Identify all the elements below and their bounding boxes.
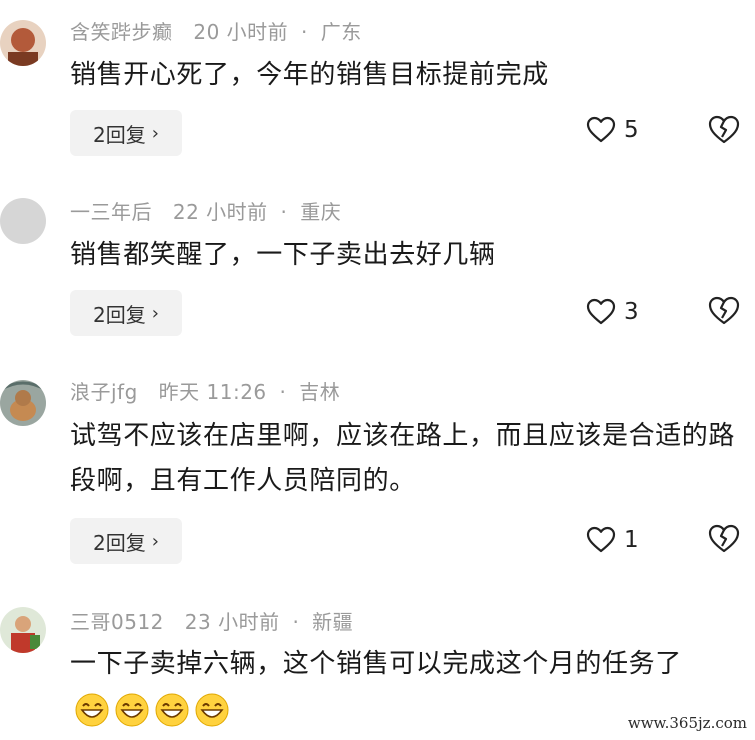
avatar[interactable] [0,380,46,426]
separator: · [301,20,308,44]
avatar[interactable] [0,20,46,66]
username[interactable]: 含笑跸步癫 [70,20,173,44]
comment-text: 试驾不应该在店里啊，应该在路上，而且应该是合适的路段啊，且有工作人员陪同的。 [70,421,736,496]
replies-label: 2回复 [93,530,146,555]
view-replies-button[interactable]: 2回复 › [70,518,182,564]
separator: · [280,200,288,224]
broken-heart-icon [708,115,740,144]
username[interactable]: 一三年后 [70,200,152,224]
separator: · [292,610,300,634]
dislike-button[interactable] [708,524,740,558]
timestamp: 昨天 11:26 [158,380,267,404]
grinning-emoji-icon [75,693,109,726]
dislike-button[interactable] [708,115,740,149]
comment-text-content: 一下子卖掉六辆，这个销售可以完成这个月的任务了 [70,649,682,679]
location: 重庆 [300,200,342,224]
watermark: www.365jz.com [625,714,749,732]
avatar[interactable] [0,198,46,244]
like-count: 1 [624,527,639,553]
timestamp: 22 小时前 [172,200,268,224]
like-button[interactable]: 3 [586,298,639,326]
dislike-button[interactable] [708,296,740,330]
like-count: 3 [624,299,639,325]
separator: · [279,380,287,404]
chevron-right-icon: › [151,122,159,144]
avatar[interactable] [0,607,46,653]
chevron-right-icon: › [151,302,159,324]
replies-label: 2回复 [93,122,146,147]
replies-label: 2回复 [93,302,146,327]
view-replies-button[interactable]: 2回复 › [70,290,182,336]
like-count: 5 [624,117,639,143]
username[interactable]: 浪子jfg [70,380,138,404]
like-button[interactable]: 5 [586,116,639,144]
comment-meta: 含笑跸步癫 20 小时前 · 广东 [70,16,362,45]
timestamp: 20 小时前 [193,20,289,44]
username[interactable]: 三哥0512 [70,610,164,634]
comment-text: 销售都笑醒了，一下子卖出去好几辆 [70,240,496,270]
chevron-right-icon: › [151,530,159,552]
comment-meta: 三哥0512 23 小时前 · 新疆 [70,606,353,635]
location: 广东 [320,20,362,44]
broken-heart-icon [708,296,740,325]
like-button[interactable]: 1 [586,526,639,554]
emoji-group [70,687,230,732]
grinning-emoji-icon [155,693,189,726]
view-replies-button[interactable]: 2回复 › [70,110,182,156]
heart-outline-icon [586,526,616,553]
location: 新疆 [312,610,354,634]
heart-outline-icon [586,298,616,325]
grinning-emoji-icon [115,693,149,726]
comment-meta: 浪子jfg 昨天 11:26 · 吉林 [70,376,340,405]
comment-text: 销售开心死了，今年的销售目标提前完成 [70,60,549,90]
comment-meta: 一三年后 22 小时前 · 重庆 [70,196,341,225]
grinning-emoji-icon [195,693,229,726]
heart-outline-icon [586,116,616,143]
timestamp: 23 小时前 [184,610,280,634]
location: 吉林 [299,380,341,404]
broken-heart-icon [708,524,740,553]
